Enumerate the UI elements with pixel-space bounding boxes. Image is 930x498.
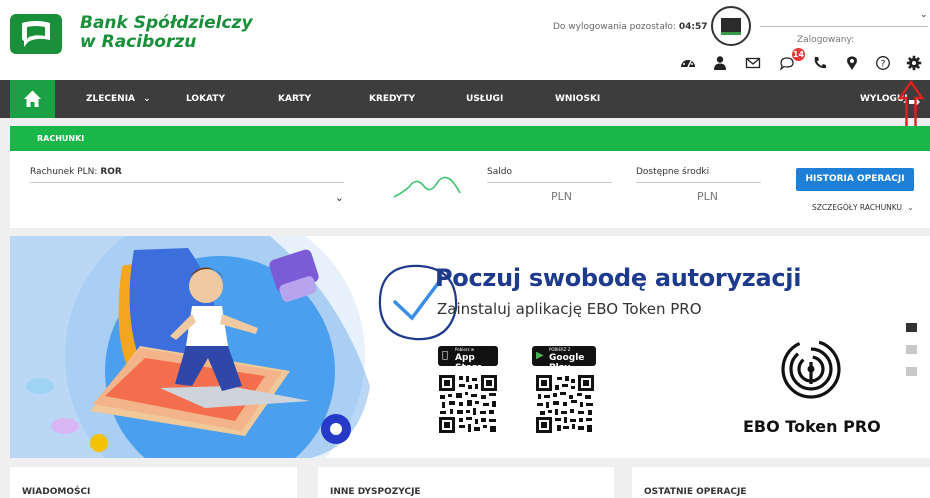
other-instructions-title: INNE DYSPOZYCJE <box>330 487 421 497</box>
section-header: RACHUNKI <box>10 126 930 151</box>
play-icon: ▶ <box>536 350 544 361</box>
home-icon <box>24 90 41 107</box>
session-time: 04:57 <box>678 22 708 32</box>
notification-badge[interactable]: 14 <box>792 48 805 61</box>
chevron-down-icon: ⌄ <box>907 203 914 212</box>
account-select-underline <box>30 182 344 183</box>
banner-subline: Zainstaluj aplikację EBO Token PRO <box>437 300 702 318</box>
avatar[interactable] <box>711 6 751 46</box>
account-label: Rachunek PLN: ROR <box>30 167 122 177</box>
nav-item-lokaty[interactable]: LOKATY <box>186 80 225 118</box>
appstore-label: App Store <box>455 353 483 373</box>
history-button[interactable]: HISTORIA OPERACJI <box>796 168 914 191</box>
available-funds-label: Dostępne środki <box>636 167 710 177</box>
carousel-dot-2[interactable] <box>906 345 917 354</box>
googleplay-label: Google Play <box>549 353 585 373</box>
account-select[interactable]: ⌄ <box>30 185 348 209</box>
account-details-link[interactable]: SZCZEGÓŁY RACHUNKU ⌄ <box>812 203 914 212</box>
bank-name: Bank Spółdzielczy w Raciborzu <box>80 14 253 52</box>
banner-headline: Poczuj swobodę autoryzacji <box>435 264 802 292</box>
other-instructions-card: INNE DYSPOZYCJE <box>318 467 614 498</box>
speedometer-icon[interactable] <box>680 55 696 71</box>
googleplay-small-label: POBIERZ Z <box>549 347 571 352</box>
user-icon[interactable] <box>712 55 728 71</box>
user-divider <box>760 26 928 27</box>
location-icon[interactable] <box>844 55 860 71</box>
saldo-underline <box>487 182 612 183</box>
token-app-name: EBO Token PRO <box>743 417 881 436</box>
balance-wave-icon <box>393 176 461 198</box>
section-title: RACHUNKI <box>37 134 85 143</box>
help-icon[interactable]: ? <box>875 55 891 71</box>
carousel-dot-3[interactable] <box>906 367 917 376</box>
avatar-screen-icon <box>721 18 741 35</box>
account-panel: Rachunek PLN: ROR ⌄ Saldo PLN Dostępne ś… <box>10 151 930 228</box>
nav-item-label: ZLECENIA <box>86 94 136 104</box>
chevron-down-icon: ⌄ <box>143 94 151 104</box>
messages-card: WIADOMOŚCI <box>10 467 297 498</box>
saldo-currency: PLN <box>551 190 572 203</box>
google-play-button[interactable]: ▶ POBIERZ Z Google Play <box>532 346 596 373</box>
app-store-button[interactable]:  Pobierz w App Store <box>438 346 498 373</box>
messages-title: WIADOMOŚCI <box>22 487 91 497</box>
logged-in-label: Zalogowany: <box>797 35 854 45</box>
phone-icon[interactable] <box>812 55 828 71</box>
nav-item-karty[interactable]: KARTY <box>278 80 311 118</box>
nav-item-uslugi[interactable]: USŁUGI <box>466 80 503 118</box>
main-nav: ZLECENIA ⌄ LOKATY KARTY KREDYTY USŁUGI W… <box>0 80 930 118</box>
account-type: ROR <box>100 167 122 177</box>
bank-logo[interactable] <box>10 14 62 54</box>
chevron-down-icon: ⌄ <box>334 191 344 204</box>
svg-text:?: ? <box>881 60 886 70</box>
session-timer: Do wylogowania pozostało: 04:57 <box>553 22 707 32</box>
user-menu-chevron-icon[interactable]: ⌄ <box>920 10 928 20</box>
fingerprint-icon <box>781 339 841 399</box>
top-header: Bank Spółdzielczy w Raciborzu Do wylogow… <box>0 0 930 80</box>
saldo-label: Saldo <box>487 167 512 177</box>
envelope-icon[interactable] <box>745 55 761 71</box>
nav-item-kredyty[interactable]: KREDYTY <box>369 80 415 118</box>
recent-operations-card: OSTATNIE OPERACJE <box>632 467 930 498</box>
qr-code-appstore <box>438 374 498 434</box>
carousel-dot-1[interactable] <box>906 323 917 332</box>
bank-logo-icon <box>22 21 50 47</box>
bank-name-line1: Bank Spółdzielczy <box>80 13 253 33</box>
account-label-text: Rachunek PLN: <box>30 167 98 177</box>
recent-operations-title: OSTATNIE OPERACJE <box>644 487 747 497</box>
home-button[interactable] <box>10 80 55 118</box>
appstore-small-label: Pobierz w <box>455 347 475 352</box>
apple-icon:  <box>442 350 448 361</box>
nav-item-zlecenia[interactable]: ZLECENIA ⌄ <box>86 80 151 118</box>
available-underline <box>636 182 761 183</box>
available-currency: PLN <box>697 190 718 203</box>
qr-code-googleplay <box>535 374 595 434</box>
session-label: Do wylogowania pozostało: <box>553 22 676 32</box>
gear-icon[interactable] <box>906 55 922 71</box>
promo-banner[interactable]: Poczuj swobodę autoryzacji Zainstaluj ap… <box>10 236 930 458</box>
bank-name-line2: w Raciborzu <box>80 32 197 52</box>
logged-label: Zalogowany: <box>797 35 855 45</box>
nav-item-wnioski[interactable]: WNIOSKI <box>555 80 600 118</box>
account-details-label: SZCZEGÓŁY RACHUNKU <box>812 203 902 212</box>
